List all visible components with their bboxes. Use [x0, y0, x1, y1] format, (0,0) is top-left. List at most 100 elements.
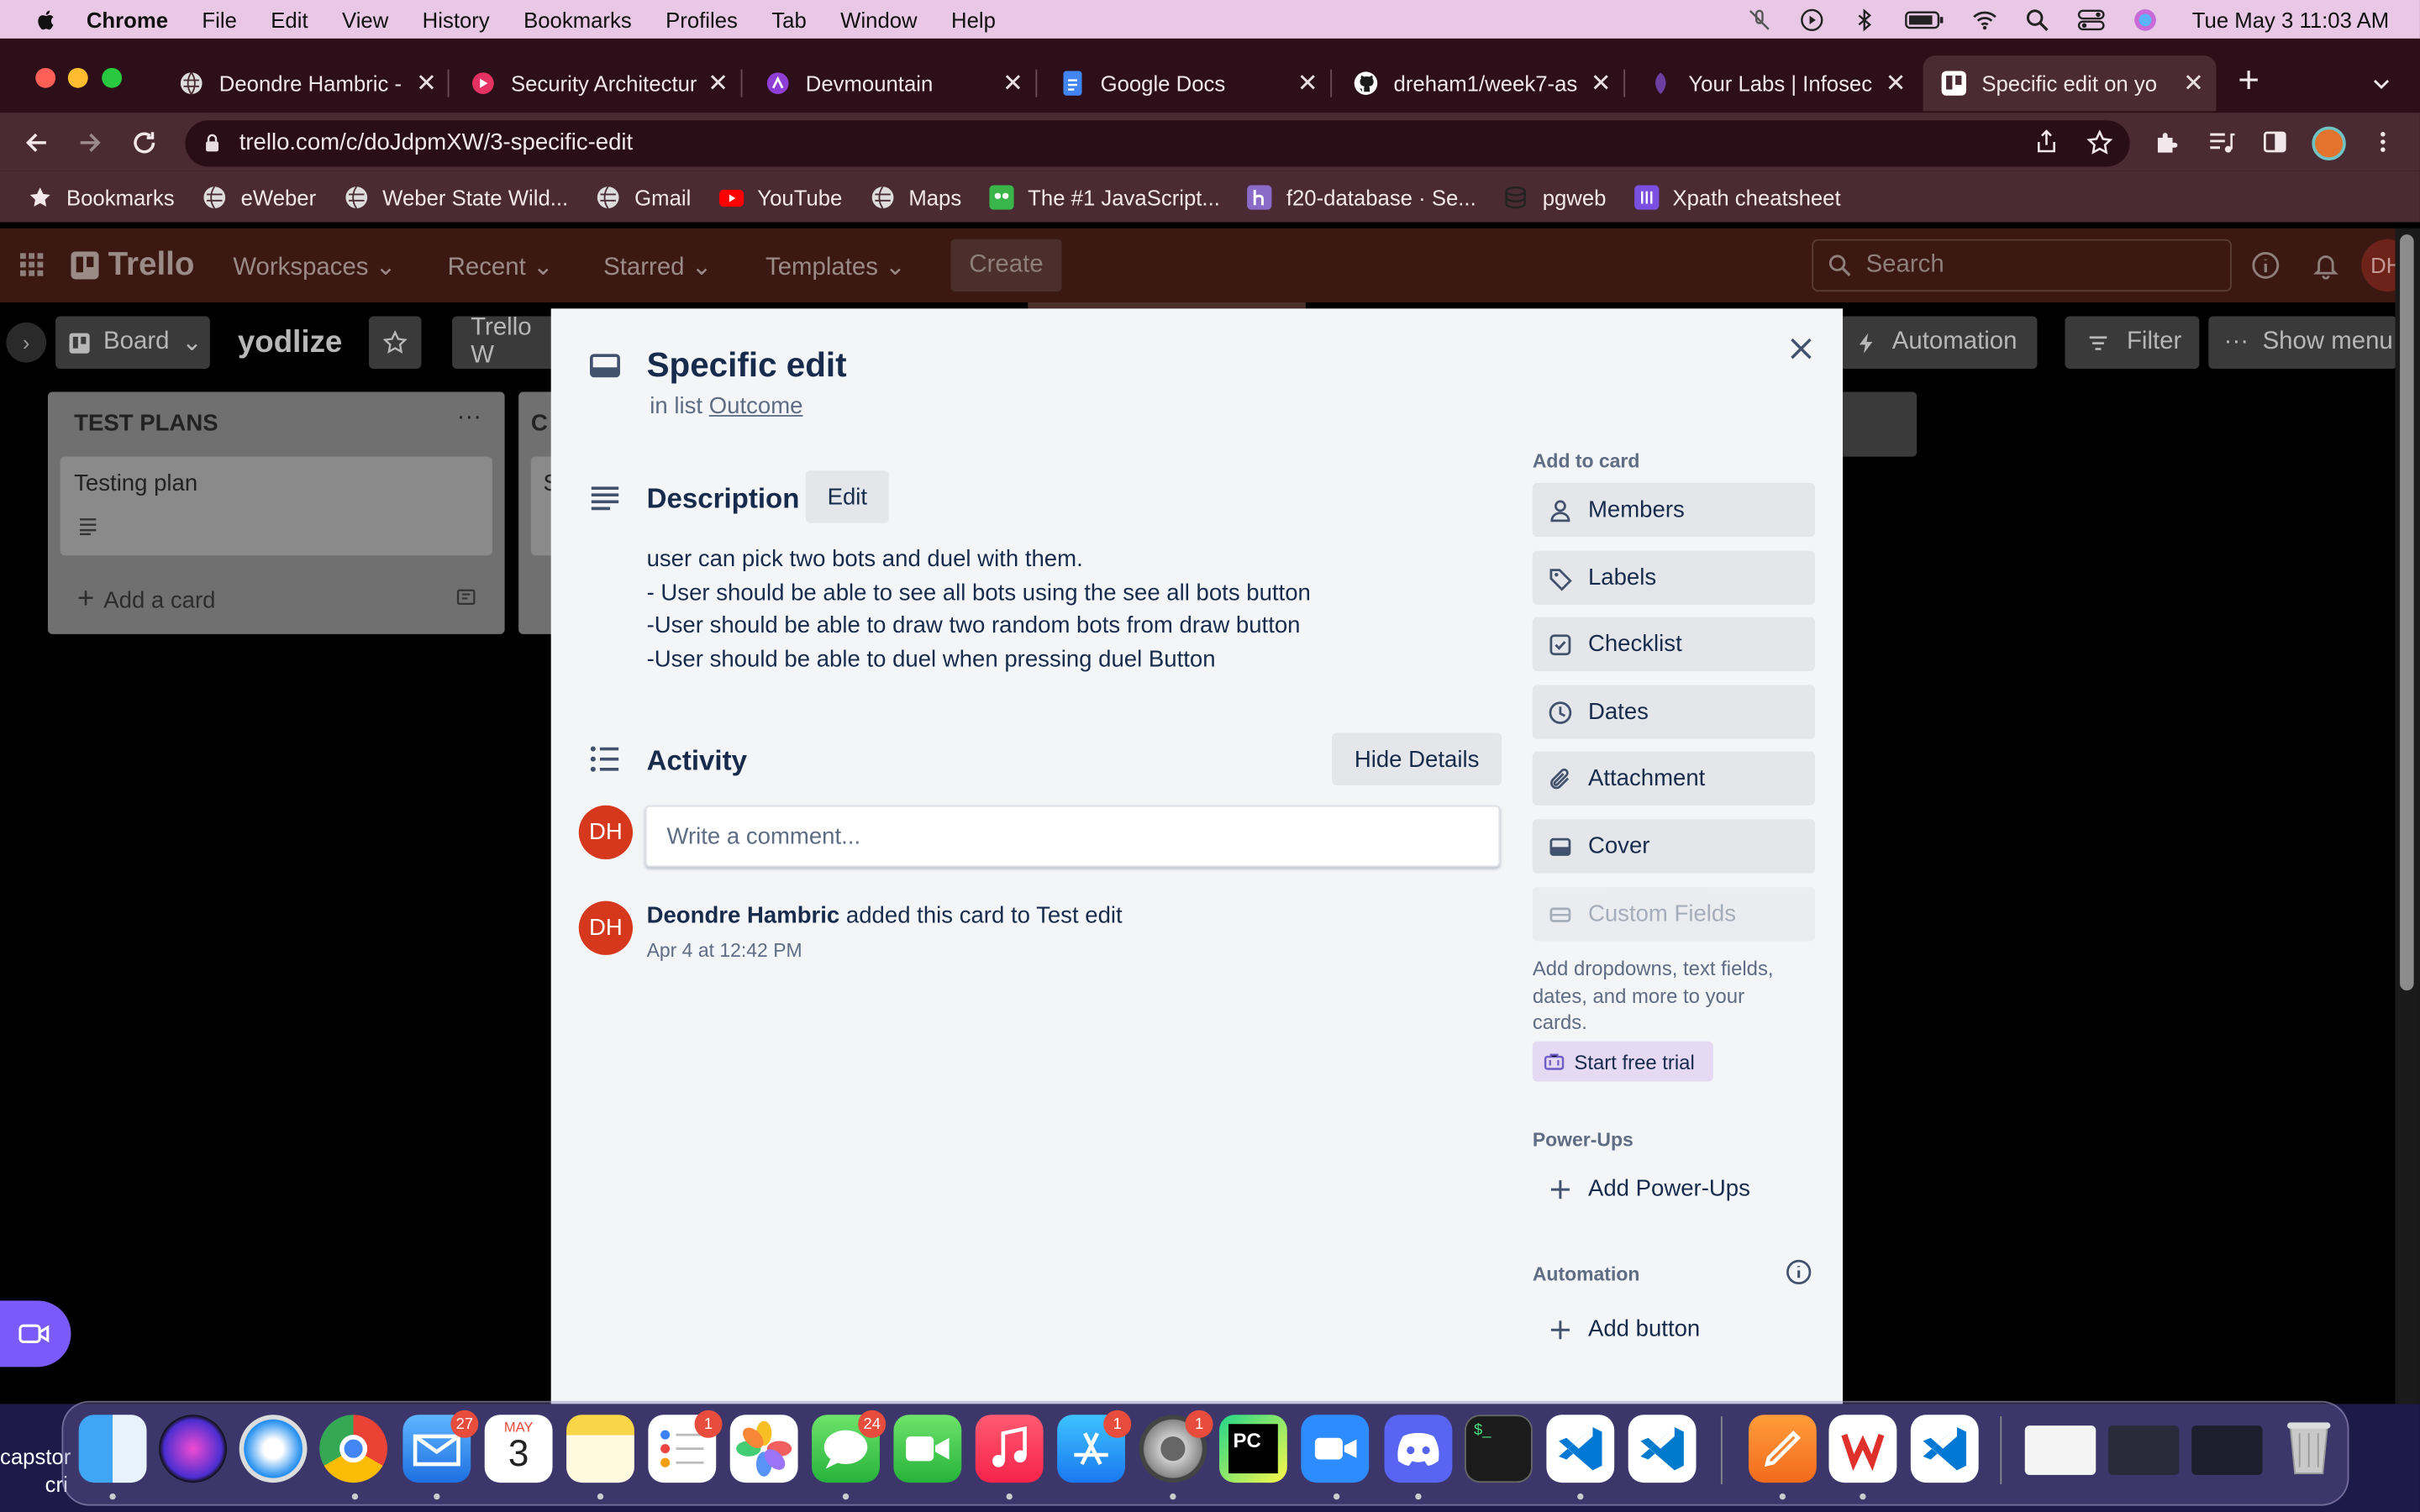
recent-window-thumbnail[interactable] [2024, 1425, 2096, 1475]
page-scrollbar-thumb[interactable] [2400, 234, 2414, 991]
close-tab-icon[interactable]: ✕ [1002, 68, 1023, 99]
activity-user-name[interactable]: Deondre Hambric [647, 902, 840, 928]
tab-google-docs[interactable]: Google Docs ✕ [1044, 55, 1330, 111]
music-icon[interactable] [975, 1415, 1044, 1483]
menu-window[interactable]: Window [840, 7, 917, 31]
bookmark-javascript[interactable]: The #1 JavaScript... [989, 184, 1220, 209]
close-icon[interactable] [1789, 336, 1813, 360]
workspace-button[interactable]: Trello W [452, 315, 551, 369]
tab-your-labs[interactable]: Your Labs | Infosec ✕ [1633, 55, 1918, 111]
bookmark-pgweb[interactable]: pgweb [1504, 184, 1606, 209]
siri-app-icon[interactable] [159, 1415, 227, 1483]
bookmark-bookmarks[interactable]: Bookmarks [28, 184, 175, 209]
mic-muted-icon[interactable] [1748, 7, 1772, 31]
info-icon[interactable] [2252, 251, 2280, 279]
current-user-avatar[interactable]: DH [578, 805, 634, 860]
bookmark-f20-database[interactable]: f20-database · Se... [1247, 184, 1476, 209]
zoom-window-button[interactable] [102, 67, 123, 88]
menu-bookmarks[interactable]: Bookmarks [523, 7, 632, 31]
menu-history[interactable]: History [423, 7, 490, 31]
spotlight-search-icon[interactable] [2025, 7, 2049, 31]
menu-help[interactable]: Help [951, 7, 996, 31]
profile-avatar[interactable] [2312, 126, 2346, 161]
tab-github[interactable]: dreham1/week7-as ✕ [1338, 55, 1623, 111]
start-free-trial-button[interactable]: Start free trial [1532, 1041, 1713, 1082]
tab-deondre[interactable]: Deondre Hambric - ✕ [164, 55, 450, 111]
control-center-icon[interactable] [2078, 7, 2106, 31]
nav-workspaces[interactable]: Workspaces ⌄ [233, 251, 396, 282]
bookmark-star-icon[interactable] [2086, 129, 2113, 155]
custom-fields-button[interactable]: Custom Fields [1532, 887, 1815, 942]
menu-clock[interactable]: Tue May 3 11:03 AM [2192, 7, 2389, 31]
comment-input[interactable]: Write a comment... [644, 805, 1501, 868]
trello-search-input[interactable]: Search [1812, 239, 2232, 292]
close-window-button[interactable] [35, 67, 56, 88]
notifications-bell-icon[interactable] [2312, 251, 2339, 280]
apple-icon[interactable] [34, 7, 58, 31]
bookmark-eweber[interactable]: eWeber [203, 184, 316, 209]
menu-app-name[interactable]: Chrome [87, 7, 168, 31]
terminal-icon[interactable]: $_ [1465, 1415, 1533, 1483]
minimize-window-button[interactable] [67, 67, 88, 88]
create-button[interactable]: Create [950, 239, 1062, 292]
add-automation-button[interactable]: Add button [1533, 1302, 1815, 1356]
recent-window-thumbnail[interactable] [2191, 1425, 2263, 1475]
close-tab-icon[interactable]: ✕ [1591, 68, 1612, 99]
wps-office-icon[interactable] [1828, 1415, 1897, 1483]
bookmark-xpath[interactable]: Xpath cheatsheet [1634, 184, 1841, 209]
trello-logo[interactable]: Trello [71, 247, 194, 284]
cover-button[interactable]: Cover [1532, 819, 1815, 874]
description-text[interactable]: user can pick two bots and duel with the… [647, 543, 1311, 677]
notes-icon[interactable] [566, 1415, 634, 1483]
share-icon[interactable] [2034, 129, 2059, 154]
new-tab-button[interactable]: + [2238, 62, 2260, 100]
finder-icon[interactable] [78, 1415, 147, 1483]
video-call-button[interactable] [0, 1300, 71, 1368]
members-button[interactable]: Members [1532, 482, 1815, 538]
facetime-icon[interactable] [893, 1415, 962, 1483]
discord-icon[interactable] [1384, 1415, 1453, 1483]
close-tab-icon[interactable]: ✕ [708, 68, 729, 99]
close-tab-icon[interactable]: ✕ [1297, 68, 1318, 99]
filter-button[interactable]: Filter [2065, 316, 2200, 369]
dates-button[interactable]: Dates [1532, 685, 1815, 739]
chrome-menu-icon[interactable] [2370, 129, 2395, 154]
show-menu-button[interactable]: ··· Show menu [2208, 316, 2397, 369]
trash-icon[interactable] [2275, 1412, 2343, 1480]
add-powerups-button[interactable]: Add Power-Ups [1533, 1162, 1815, 1215]
tab-security-architecture[interactable]: Security Architectur ✕ [455, 55, 741, 111]
bookmark-youtube[interactable]: YouTube [718, 184, 842, 209]
add-card-button[interactable]: + Add a card [77, 583, 216, 617]
nav-templates[interactable]: Templates ⌄ [765, 251, 906, 282]
chrome-app-icon[interactable] [319, 1415, 388, 1483]
app-switcher-grid-icon[interactable] [18, 251, 45, 277]
pycharm-icon[interactable]: PC [1218, 1415, 1287, 1483]
lock-icon[interactable] [203, 133, 223, 153]
close-tab-icon[interactable]: ✕ [2183, 68, 2204, 99]
board-name[interactable]: yodlize [238, 326, 343, 361]
extensions-puzzle-icon[interactable] [2154, 129, 2181, 155]
safari-icon[interactable] [239, 1415, 308, 1483]
edit-description-button[interactable]: Edit [805, 470, 889, 523]
pages-icon[interactable] [1748, 1415, 1817, 1483]
card-title-heading[interactable]: Specific edit [647, 345, 847, 386]
battery-icon[interactable] [1905, 7, 1945, 31]
bookmark-maps[interactable]: Maps [870, 184, 961, 209]
zoom-icon[interactable] [1301, 1415, 1370, 1483]
activity-timestamp[interactable]: Apr 4 at 12:42 PM [647, 940, 802, 962]
activity-user-avatar[interactable]: DH [578, 900, 634, 955]
play-circle-icon[interactable] [1800, 7, 1824, 31]
bluetooth-icon[interactable] [1853, 7, 1877, 31]
create-from-template-icon[interactable] [455, 586, 477, 608]
media-controls-icon[interactable] [2208, 129, 2235, 155]
star-board-button[interactable] [368, 316, 422, 369]
list-title[interactable]: TEST PLANS [74, 411, 218, 437]
menu-tab[interactable]: Tab [771, 7, 806, 31]
labels-button[interactable]: Labels [1532, 550, 1815, 605]
side-panel-icon[interactable] [2263, 129, 2287, 154]
list-menu-dots-icon[interactable]: ··· [457, 404, 481, 432]
recent-window-thumbnail[interactable] [2107, 1425, 2180, 1475]
menu-file[interactable]: File [202, 7, 236, 31]
reload-icon[interactable] [131, 129, 157, 155]
bookmark-weber-state[interactable]: Weber State Wild... [344, 184, 568, 209]
